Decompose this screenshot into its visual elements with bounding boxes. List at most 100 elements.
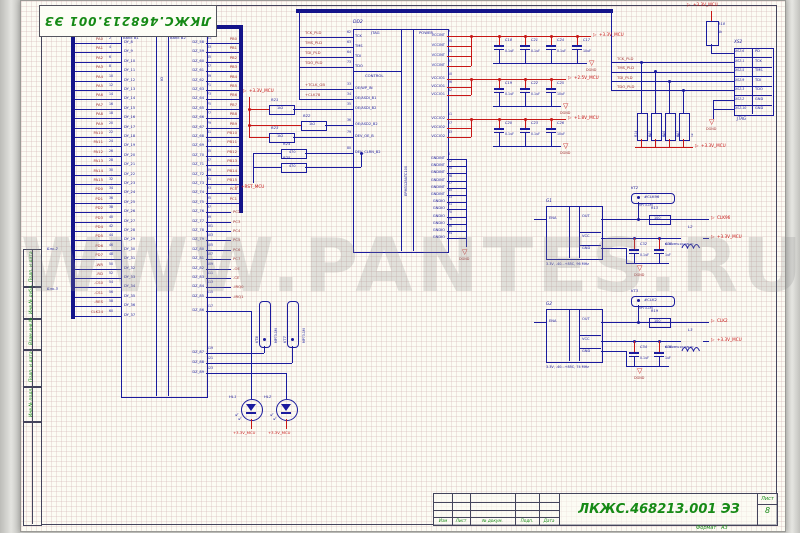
pin-number: 37 bbox=[448, 182, 452, 186]
wire bbox=[75, 306, 121, 307]
wire bbox=[601, 238, 681, 239]
net-label: -CE bbox=[233, 276, 239, 280]
wire bbox=[206, 259, 231, 260]
pin-number: 16 bbox=[109, 103, 113, 107]
wire bbox=[206, 175, 239, 176]
wire bbox=[471, 79, 472, 95]
pin-number: 8 bbox=[109, 65, 111, 69]
pin-number: 28 bbox=[109, 159, 113, 163]
power-label: +3.3V_MCU bbox=[249, 89, 274, 94]
wire bbox=[253, 153, 254, 183]
pin-number: 63 bbox=[345, 41, 351, 45]
pin-number: 69 bbox=[207, 75, 211, 79]
wire bbox=[75, 240, 121, 241]
pin-number: 38 bbox=[109, 206, 113, 210]
wire bbox=[75, 146, 121, 147]
pin-number: 34 bbox=[109, 187, 113, 191]
pin-number: 10 bbox=[448, 73, 452, 77]
pin-number: 83 bbox=[207, 140, 211, 144]
junction-dot bbox=[682, 89, 685, 92]
power-terminal-icon: ▷ bbox=[687, 4, 690, 9]
wire bbox=[253, 167, 281, 168]
pin-number: 109 bbox=[207, 263, 213, 267]
junction-dot bbox=[524, 35, 527, 38]
capacitor-ref: C34 bbox=[640, 346, 647, 350]
power-terminal-icon: ▷ bbox=[235, 186, 238, 191]
wire bbox=[305, 153, 353, 154]
pin-name: OE/ASDI_B1 bbox=[355, 97, 376, 101]
pin-name: DY_22 bbox=[124, 173, 135, 177]
wire bbox=[551, 133, 552, 146]
wire bbox=[253, 153, 281, 154]
connector-pin-name: TDI bbox=[755, 79, 761, 83]
format-label: Формат bbox=[696, 525, 716, 531]
pin-number: 117 bbox=[207, 305, 213, 309]
wire bbox=[626, 263, 669, 264]
wire bbox=[626, 351, 627, 366]
resistor-value: 1k bbox=[718, 31, 722, 35]
window-edge-right bbox=[784, 0, 800, 533]
wire bbox=[168, 34, 169, 396]
wire bbox=[413, 29, 414, 251]
net-label: +TCLK_GB bbox=[305, 83, 325, 87]
pin-number: 41 bbox=[448, 50, 452, 54]
pin-name: GNDIO bbox=[415, 200, 445, 204]
pin-name: OE/ASD2_B2 bbox=[355, 123, 378, 127]
pin-number: 111 bbox=[207, 272, 213, 276]
capacitor-value: 0.1uF bbox=[505, 50, 514, 54]
wire bbox=[401, 29, 402, 251]
wire bbox=[206, 269, 231, 270]
net-label: TMS_PLD bbox=[305, 41, 322, 45]
pin-name: DY_36 bbox=[124, 304, 135, 308]
pin-number: 77 bbox=[207, 112, 211, 116]
pin-number: 107 bbox=[207, 253, 213, 257]
pin-number: 9 bbox=[448, 30, 450, 34]
net-label: PB12 bbox=[217, 150, 237, 154]
wire bbox=[206, 287, 231, 288]
net-label: TMS_PLD bbox=[617, 66, 634, 70]
pin-name: VCCIO1 bbox=[415, 77, 445, 81]
pin-name: DY_10 bbox=[124, 60, 135, 64]
pin-name: DZ_80 bbox=[171, 248, 204, 252]
pin-name: DZ_63 bbox=[171, 88, 204, 92]
pin-name: VCCIO1 bbox=[415, 93, 445, 97]
wire bbox=[626, 248, 627, 263]
dgnd-label: DGND bbox=[634, 274, 644, 278]
power-label: +1.8V_MCU bbox=[574, 116, 599, 121]
net-label: PA9 bbox=[73, 122, 103, 126]
testpoint-label: #CLK96 bbox=[644, 195, 659, 199]
pin-number: 4 bbox=[448, 153, 450, 157]
pin-name: GNDIO bbox=[415, 236, 445, 240]
wire bbox=[659, 357, 660, 366]
wire bbox=[75, 43, 121, 44]
window: WWW.PANTES.RU ЛКЖС.468213.001 ЭЗ Подп. и… bbox=[0, 0, 800, 533]
pin-name: DY_29 bbox=[124, 238, 135, 242]
wire bbox=[75, 269, 121, 270]
pin-name: DZ_76 bbox=[171, 210, 204, 214]
net-label: PC4 bbox=[233, 229, 240, 233]
capacitor-value: 0.1uF bbox=[505, 93, 514, 97]
wire bbox=[634, 238, 635, 249]
wire bbox=[713, 100, 714, 119]
capacitor-plate bbox=[572, 45, 582, 47]
net-label: +CLK78 bbox=[305, 93, 320, 97]
led-ref: HL2 bbox=[264, 395, 271, 399]
pin-name: DZ_65 bbox=[171, 107, 204, 111]
pin-number: 32 bbox=[109, 178, 113, 182]
pin-number: 93 bbox=[207, 187, 211, 191]
net-label: -IRQ0 bbox=[233, 285, 244, 289]
title-column-label: Подп. bbox=[515, 518, 539, 523]
pin-name: GNDIO bbox=[415, 222, 445, 226]
pin-name: DY_17 bbox=[124, 126, 135, 130]
junction-dot bbox=[470, 118, 473, 121]
wire bbox=[75, 165, 121, 166]
junction-dot bbox=[248, 108, 251, 111]
pin-name: VCCIO1 bbox=[415, 85, 445, 89]
pin-name: DZ_58 bbox=[171, 41, 204, 45]
resistor bbox=[679, 113, 690, 141]
junction-dot bbox=[637, 299, 640, 302]
pin-name: TMS bbox=[355, 45, 363, 49]
wire bbox=[634, 254, 635, 263]
wire bbox=[447, 128, 471, 129]
net-label: PB6 bbox=[217, 93, 237, 97]
